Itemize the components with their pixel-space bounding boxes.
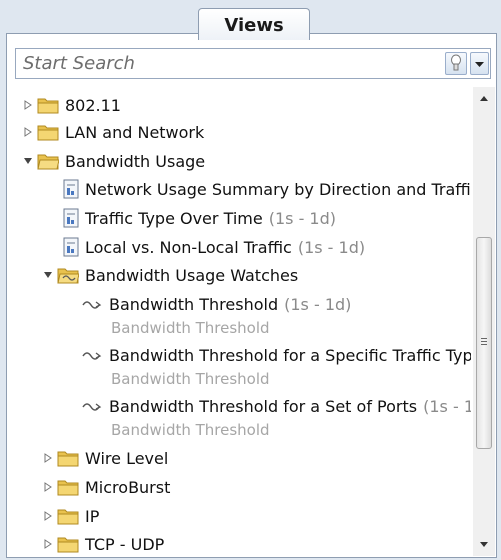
time-range-label: (1s - 1d): [284, 294, 352, 314]
expand-arrow-icon[interactable]: [41, 537, 55, 551]
tree-item-report[interactable]: Network Usage Summary by Direction and T…: [63, 176, 471, 202]
folder-icon: [57, 537, 79, 553]
report-icon: [63, 208, 79, 228]
expand-arrow-icon[interactable]: [41, 451, 55, 465]
watch-subtitle: Bandwidth Threshold: [111, 370, 270, 388]
tree-item-label: Bandwidth Threshold: [109, 294, 279, 314]
search-bulb-icon: [451, 54, 461, 71]
tree-item-label: Bandwidth Usage: [65, 151, 206, 171]
folder-icon: [37, 98, 59, 114]
expand-arrow-icon[interactable]: [41, 509, 55, 523]
views-panel: 802.11 LAN and Network Bandwidth Usage N…: [6, 33, 497, 558]
search-options-button[interactable]: [445, 52, 467, 75]
tree-item-wire-level[interactable]: Wire Level: [41, 445, 168, 471]
folder-icon: [37, 125, 59, 141]
scroll-down-arrow-icon: [480, 542, 488, 547]
tree-item-bandwidth-usage[interactable]: Bandwidth Usage: [21, 148, 205, 174]
time-range-label: (1s - 1d): [268, 208, 336, 228]
tree-item-label: Bandwidth Threshold for a Specific Traff…: [109, 345, 471, 365]
tree-item-label: Traffic Type Over Time: [85, 208, 263, 228]
expand-arrow-icon[interactable]: [41, 480, 55, 494]
search-dropdown-button[interactable]: [470, 52, 489, 75]
tree-item-ip[interactable]: IP: [41, 503, 99, 529]
folder-open-icon: [37, 154, 59, 170]
watch-icon: [82, 352, 102, 360]
scroll-up-arrow-icon: [480, 96, 488, 101]
tree-item-802-11[interactable]: 802.11: [21, 92, 121, 118]
watch-subtitle: Bandwidth Threshold: [111, 421, 270, 439]
tree-item-report[interactable]: Local vs. Non-Local Traffic (1s - 1d): [63, 234, 365, 260]
vertical-scrollbar[interactable]: [473, 87, 495, 556]
time-range-label: (1s - 1: [423, 396, 471, 416]
watch-subtitle: Bandwidth Threshold: [111, 319, 270, 337]
watch-folder-icon: [57, 268, 79, 284]
time-range-label: (1s - 1d): [297, 237, 366, 257]
search-input[interactable]: [16, 49, 436, 78]
tree-item-lan-and-network[interactable]: LAN and Network: [21, 119, 204, 145]
tree-item-label: IP: [85, 506, 100, 526]
expand-arrow-icon[interactable]: [21, 98, 35, 112]
tree-item-label: MicroBurst: [85, 477, 171, 497]
chevron-down-icon: [475, 62, 484, 67]
tree-item-label: Wire Level: [85, 448, 169, 468]
tree-item-label: Bandwidth Usage Watches: [85, 265, 299, 285]
views-tree: 802.11 LAN and Network Bandwidth Usage N…: [9, 92, 471, 557]
folder-icon: [57, 509, 79, 525]
tree-item-label: LAN and Network: [65, 122, 205, 142]
search-box: [15, 48, 491, 79]
tree-item-label: Bandwidth Threshold for a Set of Ports: [109, 396, 418, 416]
tree-item-label: Network Usage Summary by Direction and T…: [85, 179, 471, 199]
folder-icon: [57, 480, 79, 496]
tree-item-watch[interactable]: Bandwidth Threshold (1s - 1d): [81, 291, 351, 317]
watch-icon: [82, 403, 102, 411]
report-icon: [63, 179, 79, 199]
collapse-arrow-icon[interactable]: [41, 268, 55, 282]
watch-icon: [82, 301, 102, 309]
collapse-arrow-icon[interactable]: [21, 154, 35, 168]
expand-arrow-icon[interactable]: [21, 125, 35, 139]
tree-item-bandwidth-usage-watches[interactable]: Bandwidth Usage Watches: [41, 262, 298, 288]
tree-item-label: TCP - UDP: [85, 534, 165, 554]
views-title: Views: [198, 8, 310, 40]
tree-item-label: Local vs. Non-Local Traffic: [85, 237, 292, 257]
tree-item-report[interactable]: Traffic Type Over Time (1s - 1d): [63, 205, 336, 231]
scroll-up-button[interactable]: [473, 87, 495, 109]
tree-item-label: 802.11: [65, 95, 121, 115]
scrollbar-grip-icon: [481, 338, 487, 347]
tree-item-watch[interactable]: Bandwidth Threshold for a Specific Traff…: [81, 342, 471, 368]
folder-icon: [57, 451, 79, 467]
report-icon: [63, 237, 79, 257]
scrollbar-thumb[interactable]: [476, 237, 492, 449]
tree-item-microburst[interactable]: MicroBurst: [41, 474, 170, 500]
tree-item-tcp-udp[interactable]: TCP - UDP: [41, 531, 164, 557]
tree-item-watch[interactable]: Bandwidth Threshold for a Set of Ports (…: [81, 393, 471, 419]
scroll-down-button[interactable]: [473, 534, 495, 556]
